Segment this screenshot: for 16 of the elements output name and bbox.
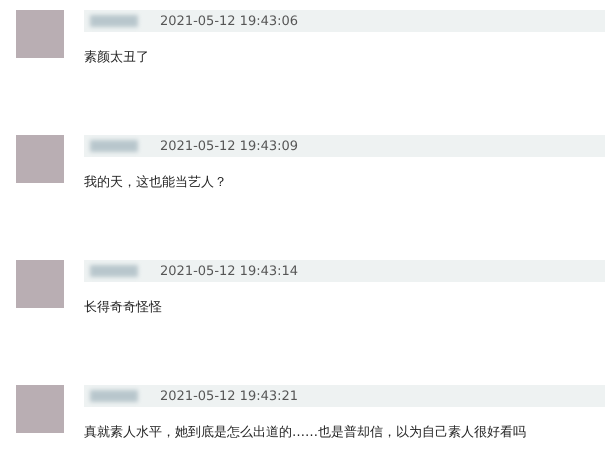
blurred-username xyxy=(90,15,138,27)
timestamp: 2021-05-12 19:43:14 xyxy=(160,264,298,278)
timestamp: 2021-05-12 19:43:21 xyxy=(160,388,298,404)
avatar-placeholder xyxy=(16,385,64,433)
blurred-username xyxy=(90,140,138,152)
avatar-placeholder xyxy=(16,135,64,183)
comment-text: 我的天，这也能当艺人？ xyxy=(84,174,228,191)
comment-text: 素颜太丑了 xyxy=(84,49,150,66)
avatar-placeholder xyxy=(16,10,64,58)
comment-text: 真就素人水平，她到底是怎么出道的……也是普却信，以为自己素人很好看吗 xyxy=(84,424,527,441)
blurred-username xyxy=(90,390,138,402)
timestamp: 2021-05-12 19:43:06 xyxy=(160,14,298,28)
timestamp: 2021-05-12 19:43:09 xyxy=(160,138,298,154)
blurred-username xyxy=(90,265,138,277)
avatar-placeholder xyxy=(16,260,64,308)
comment-text: 长得奇奇怪怪 xyxy=(84,299,163,316)
